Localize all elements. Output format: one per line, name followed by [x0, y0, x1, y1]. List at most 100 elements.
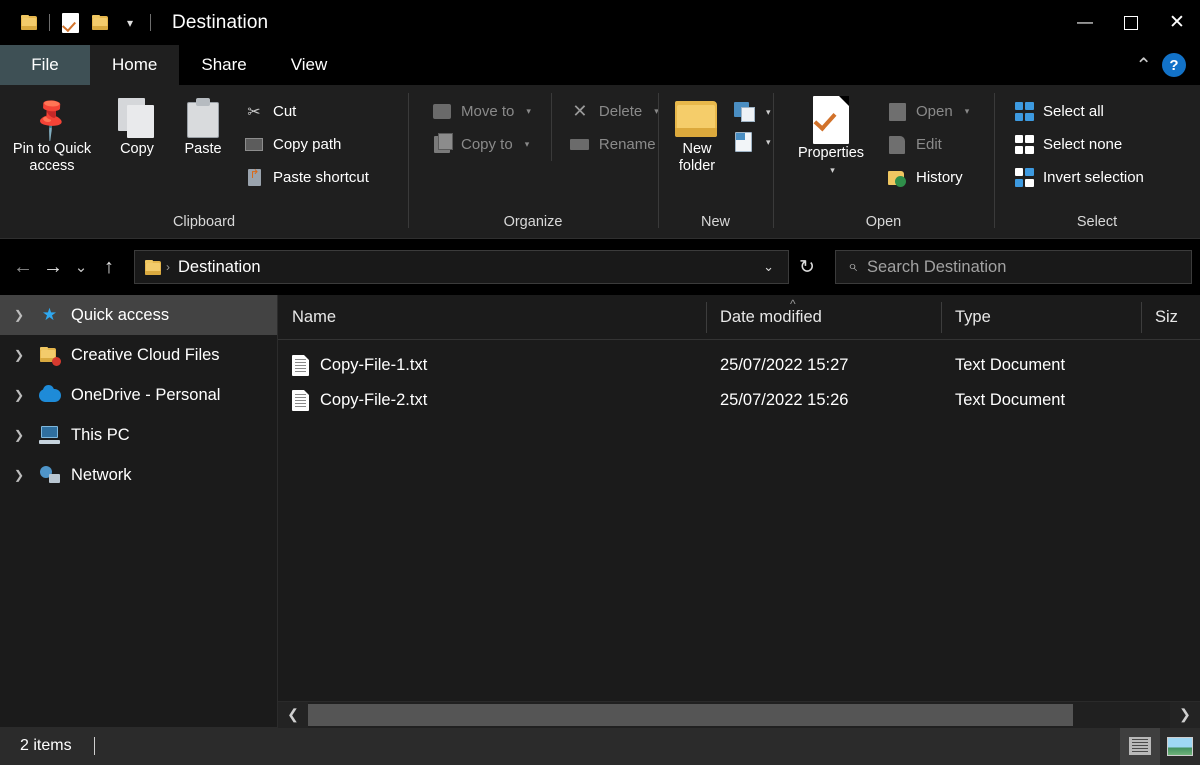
column-header-date-modified[interactable]: Date modified [706, 295, 941, 340]
help-icon[interactable]: ? [1162, 53, 1186, 77]
text-document-icon [292, 355, 309, 376]
chevron-right-icon[interactable]: ❯ [10, 348, 28, 362]
divider [150, 14, 151, 31]
search-input[interactable]: ⌕ Search Destination [835, 250, 1192, 284]
new-folder-icon[interactable] [85, 8, 115, 38]
paste-button[interactable]: Paste [170, 93, 236, 160]
sidebar-item-creative-cloud-files[interactable]: ❯ Creative Cloud Files [0, 335, 277, 375]
star-icon: ★ [38, 304, 61, 326]
breadcrumb-separator[interactable]: › [166, 260, 170, 274]
open-icon [887, 102, 907, 122]
select-commands: Select all Select none Invert selection [1006, 93, 1152, 194]
rename-icon [570, 135, 590, 155]
tab-view[interactable]: View [269, 45, 350, 85]
pin-to-quick-access-button[interactable]: 📌 Pin to Quick access [0, 93, 104, 177]
scrollbar-track[interactable] [308, 702, 1170, 728]
copy-path-icon [244, 135, 264, 155]
paste-shortcut-button[interactable]: Paste shortcut [236, 161, 377, 194]
back-button[interactable]: ← [8, 251, 38, 283]
recent-locations-button[interactable]: ⌄ [68, 251, 94, 283]
column-header-name[interactable]: Name [278, 295, 706, 340]
search-icon: ⌕ [848, 258, 857, 276]
new-folder-button[interactable]: New folder [664, 93, 730, 177]
invert-selection-button[interactable]: Invert selection [1006, 161, 1152, 194]
column-header-size[interactable]: Siz [1141, 295, 1200, 340]
chevron-right-icon[interactable]: ❯ [10, 468, 28, 482]
chevron-down-icon[interactable]: ▾ [766, 107, 771, 118]
scroll-left-button[interactable]: ❮ [278, 702, 308, 728]
column-header-type[interactable]: Type [941, 295, 1141, 340]
chevron-right-icon[interactable]: ❯ [10, 428, 28, 442]
sidebar-item-network[interactable]: ❯ Network [0, 455, 277, 495]
up-button[interactable]: ↑ [94, 251, 124, 283]
chevron-down-icon[interactable]: ▾ [766, 137, 771, 148]
select-all-button[interactable]: Select all [1006, 95, 1152, 128]
refresh-button[interactable]: ↻ [789, 250, 825, 284]
maximize-button[interactable] [1108, 0, 1154, 45]
edit-button[interactable]: Edit [879, 128, 977, 161]
cut-label: Cut [273, 103, 296, 120]
open-button[interactable]: Open ▾ [879, 95, 977, 128]
copy-path-label: Copy path [273, 136, 341, 153]
chevron-down-icon[interactable]: ▾ [526, 106, 531, 117]
select-none-button[interactable]: Select none [1006, 128, 1152, 161]
text-document-icon [292, 390, 309, 411]
breadcrumb[interactable]: › Destination ⌄ [134, 250, 789, 284]
sidebar-item-quick-access[interactable]: ❯ ★ Quick access [0, 295, 277, 335]
close-button[interactable]: ✕ [1154, 0, 1200, 45]
horizontal-scrollbar[interactable]: ❮ ❯ [278, 701, 1200, 727]
move-to-icon [432, 102, 452, 122]
chevron-down-icon[interactable]: ▾ [965, 106, 970, 117]
scrollbar-thumb[interactable] [308, 704, 1073, 726]
search-placeholder: Search Destination [867, 258, 1006, 277]
chevron-down-icon[interactable]: ▾ [830, 162, 835, 179]
folder-icon[interactable] [14, 8, 44, 38]
history-button[interactable]: History [879, 161, 977, 194]
chevron-right-icon[interactable]: ❯ [10, 388, 28, 402]
delete-label: Delete [599, 103, 642, 120]
chevron-right-icon[interactable]: ❯ [10, 308, 28, 322]
onedrive-cloud-icon [38, 384, 61, 406]
view-buttons [1120, 727, 1200, 765]
history-icon [887, 168, 907, 188]
ribbon-group-clipboard: 📌 Pin to Quick access Copy Paste [0, 85, 408, 238]
navigation-pane: ❯ ★ Quick access ❯ Creative Cloud Files … [0, 295, 278, 727]
breadcrumb-path[interactable]: Destination [174, 258, 265, 277]
file-name-cell[interactable]: Copy-File-1.txt [278, 355, 706, 376]
ribbon-tabs: File Home Share View ⌃ ? [0, 45, 1200, 85]
tab-file[interactable]: File [0, 45, 90, 85]
minimize-button[interactable]: — [1062, 0, 1108, 45]
ribbon-group-new: New folder ▾ [658, 85, 773, 238]
properties-button[interactable]: Properties ▾ [783, 93, 879, 181]
copy-to-button[interactable]: Copy to ▾ [424, 128, 539, 161]
copy-path-button[interactable]: Copy path [236, 128, 377, 161]
sidebar-item-this-pc[interactable]: ❯ This PC [0, 415, 277, 455]
chevron-down-icon[interactable]: ▾ [525, 139, 530, 150]
sidebar-item-onedrive-personal[interactable]: ❯ OneDrive - Personal [0, 375, 277, 415]
large-icons-view-button[interactable] [1160, 727, 1200, 765]
forward-button[interactable]: → [38, 251, 68, 283]
cut-button[interactable]: ✂ Cut [236, 95, 377, 128]
properties-check-icon[interactable] [55, 8, 85, 38]
rename-button[interactable]: Rename [562, 128, 667, 161]
delete-button[interactable]: ✕ Delete ▾ [562, 95, 667, 128]
collapse-ribbon-icon[interactable]: ⌃ [1135, 53, 1152, 78]
chevron-down-icon[interactable]: ⌄ [763, 259, 782, 275]
scroll-right-button[interactable]: ❯ [1170, 702, 1200, 728]
tab-share[interactable]: Share [179, 45, 268, 85]
divider [94, 737, 95, 755]
table-row[interactable]: Copy-File-2.txt 25/07/2022 15:26 Text Do… [278, 383, 1200, 418]
new-item-button[interactable]: ▾ [730, 97, 775, 127]
ribbon-group-open: Properties ▾ Open ▾ Edit [773, 85, 994, 238]
tab-home[interactable]: Home [90, 45, 179, 85]
open-label: Open [916, 103, 953, 120]
table-row[interactable]: Copy-File-1.txt 25/07/2022 15:27 Text Do… [278, 348, 1200, 383]
copy-button[interactable]: Copy [104, 93, 170, 160]
organize-col-a: Move to ▾ Copy to ▾ [424, 93, 539, 161]
group-label-organize: Organize [408, 206, 658, 238]
customize-quick-access-caret-icon[interactable]: ▾ [115, 8, 145, 38]
move-to-button[interactable]: Move to ▾ [424, 95, 539, 128]
file-name-cell[interactable]: Copy-File-2.txt [278, 390, 706, 411]
easy-access-button[interactable]: ▾ [730, 127, 775, 157]
details-view-button[interactable] [1120, 727, 1160, 765]
